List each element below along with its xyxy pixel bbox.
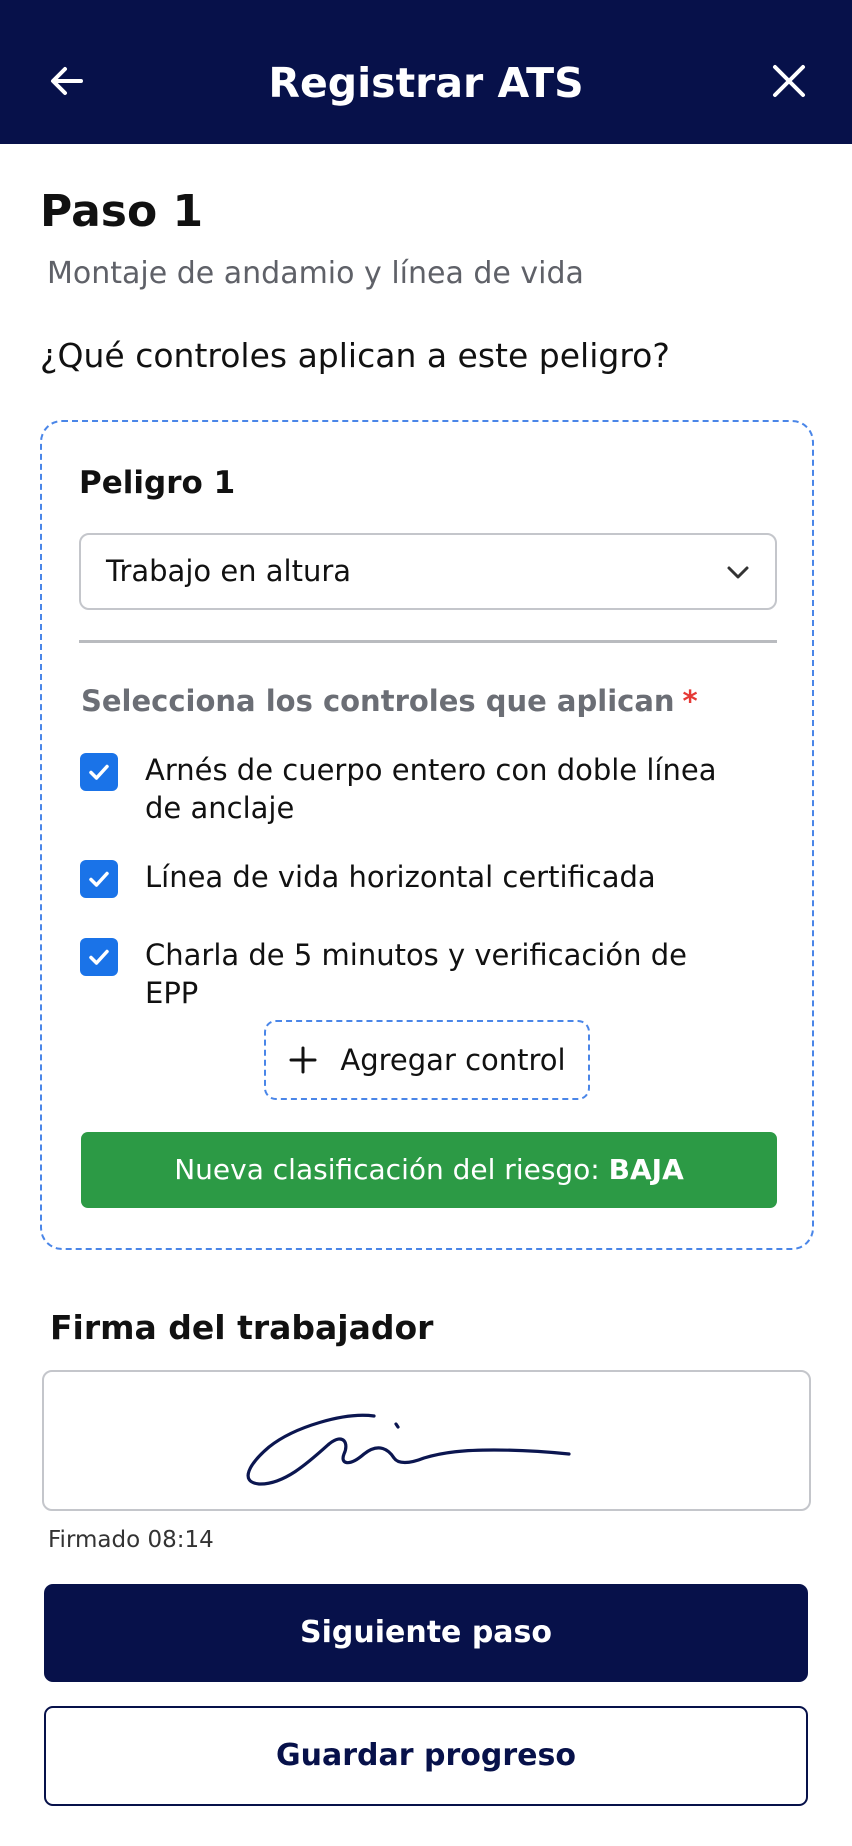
control-checkbox[interactable] — [80, 938, 118, 976]
app-header: Registrar ATS — [0, 0, 852, 144]
checkmark-icon — [89, 764, 109, 780]
controls-label-text: Selecciona los controles que aplican — [81, 684, 675, 718]
page-title: Registrar ATS — [0, 0, 852, 166]
signature-pad[interactable] — [42, 1370, 811, 1511]
signature-label: Firma del trabajador — [50, 1308, 434, 1347]
add-control-button[interactable]: Agregar control — [264, 1020, 590, 1100]
signature-drawing — [246, 1413, 571, 1486]
page-title-text: Registrar ATS — [268, 59, 584, 107]
checkmark-icon — [89, 949, 109, 965]
control-label: Charla de 5 minutos y verificación de EP… — [145, 938, 687, 1010]
close-icon — [773, 65, 805, 97]
save-progress-button[interactable]: Guardar progreso — [44, 1706, 808, 1806]
control-label: Arnés de cuerpo entero con doble línea d… — [145, 753, 717, 825]
control-checkbox[interactable] — [80, 860, 118, 898]
risk-classification-banner: Nueva clasificación del riesgo: BAJA — [81, 1132, 777, 1208]
controls-question: ¿Qué controles aplican a este peligro? — [40, 336, 670, 375]
close-button[interactable] — [762, 54, 816, 108]
control-checkbox[interactable] — [80, 753, 118, 791]
step-subtitle: Montaje de andamio y línea de vida — [47, 256, 584, 291]
signed-timestamp: Firmado 08:14 — [48, 1527, 214, 1553]
hazard-label: Peligro 1 — [79, 465, 236, 501]
checkmark-icon — [89, 871, 109, 887]
step-title: Paso 1 — [40, 186, 204, 237]
divider — [79, 640, 777, 643]
chevron-down-icon — [727, 566, 749, 579]
risk-prefix: Nueva clasificación del riesgo: — [174, 1153, 600, 1186]
control-label: Línea de vida horizontal certificada — [145, 860, 656, 894]
add-control-label: Agregar control — [340, 1043, 566, 1077]
hazard-select-value: Trabajo en altura — [106, 554, 352, 588]
hazard-select[interactable]: Trabajo en altura — [79, 533, 777, 610]
risk-value: BAJA — [608, 1153, 684, 1186]
required-mark: * — [682, 684, 698, 718]
plus-icon — [289, 1046, 317, 1074]
controls-label: Selecciona los controles que aplican * — [81, 683, 698, 719]
next-step-button[interactable]: Siguiente paso — [44, 1584, 808, 1682]
